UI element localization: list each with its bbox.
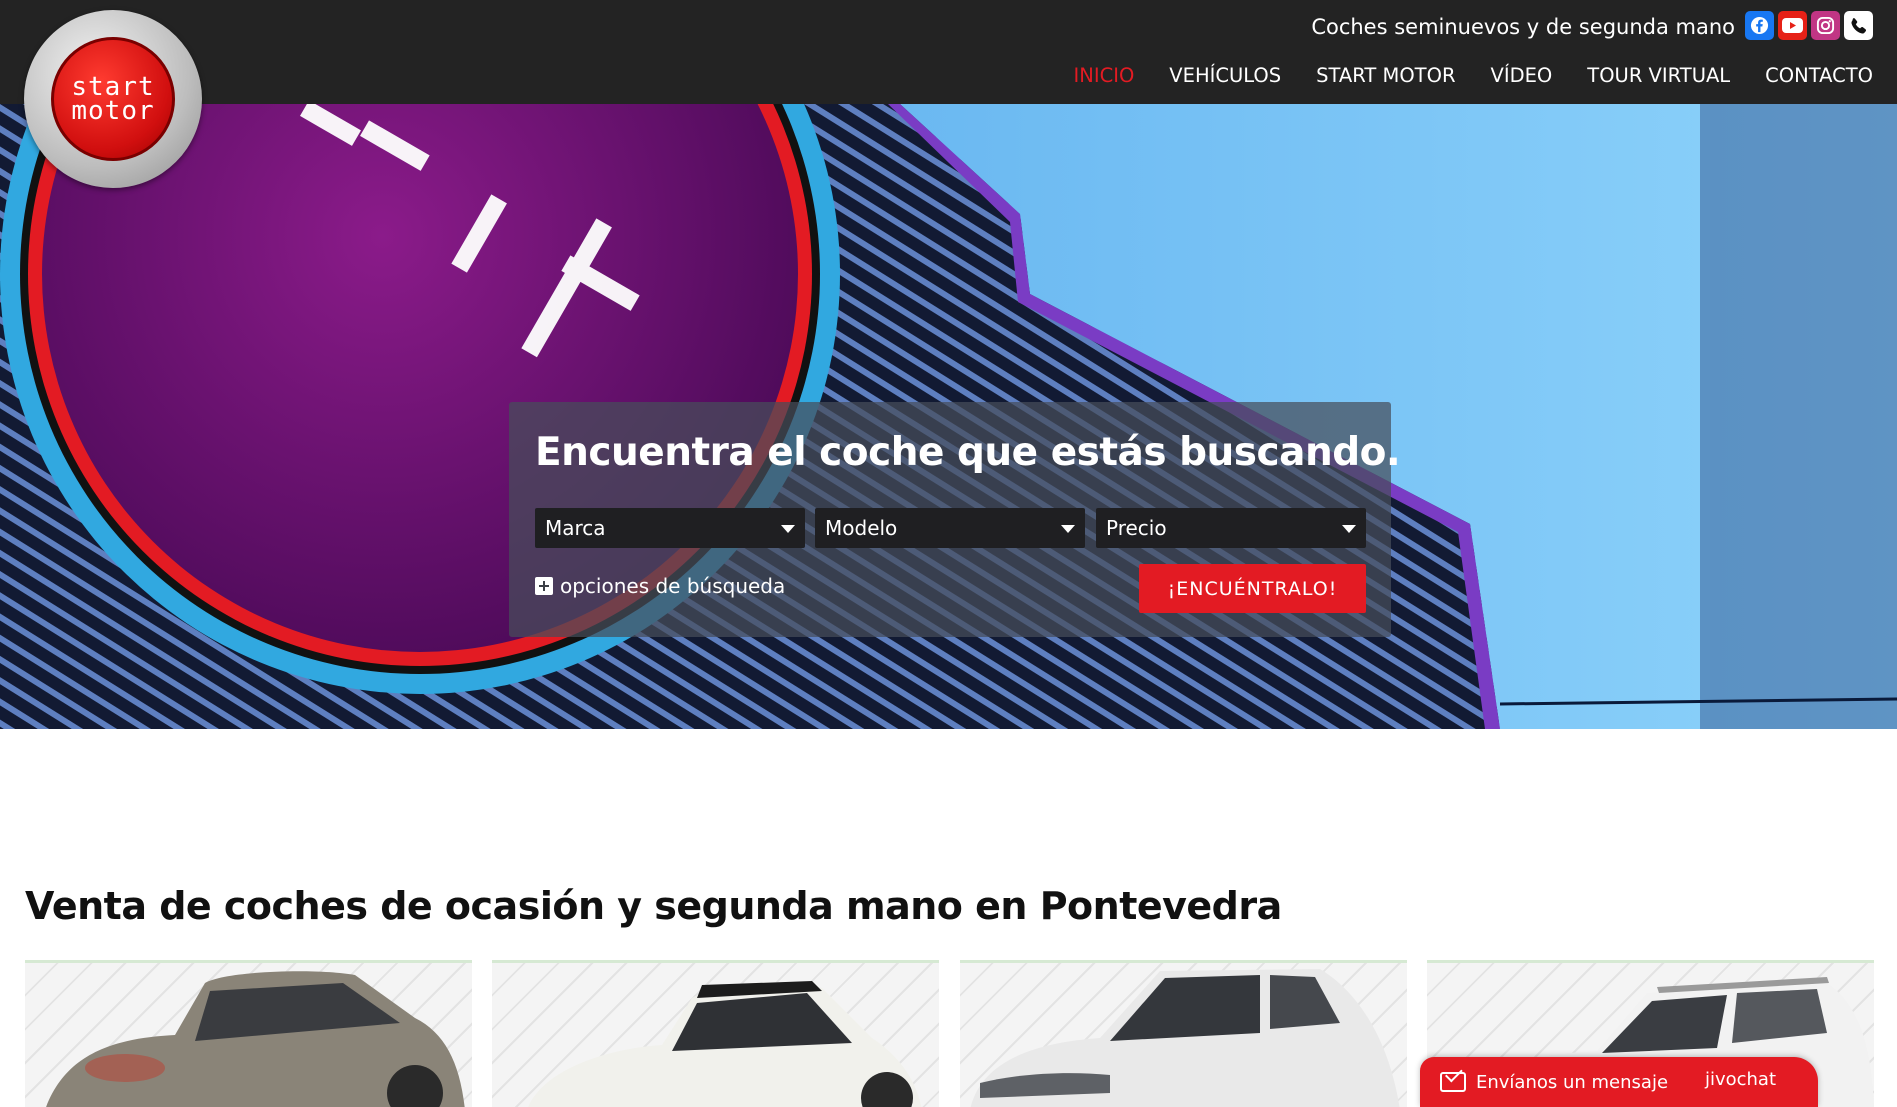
chat-brand: jivochat: [1704, 1069, 1776, 1090]
chevron-down-icon: [781, 525, 795, 533]
hero-banner: Encuentra el coche que estás buscando. M…: [0, 104, 1897, 729]
vehicle-card[interactable]: [492, 960, 939, 1107]
more-search-options-link[interactable]: opciones de búsqueda: [535, 572, 785, 600]
price-select-value: Precio: [1106, 516, 1167, 540]
phone-icon[interactable]: [1844, 11, 1873, 40]
search-title: Encuentra el coche que estás buscando.: [535, 430, 1401, 475]
vehicle-photo: [970, 969, 1400, 1107]
nav-contacto[interactable]: CONTACTO: [1765, 62, 1873, 90]
nav-tour-virtual[interactable]: TOUR VIRTUAL: [1587, 62, 1730, 90]
find-button[interactable]: ¡ENCUÉNTRALO!: [1139, 564, 1366, 613]
youtube-icon[interactable]: [1778, 11, 1807, 40]
section-title: Venta de coches de ocasión y segunda man…: [25, 884, 1282, 928]
model-select-value: Modelo: [825, 516, 898, 540]
chevron-down-icon: [1061, 525, 1075, 533]
social-links: [1745, 11, 1873, 40]
nav-start-motor[interactable]: START MOTOR: [1316, 62, 1455, 90]
search-panel: Encuentra el coche que estás buscando. M…: [509, 402, 1401, 637]
mail-icon: [1440, 1072, 1466, 1092]
nav-vehiculos[interactable]: VEHÍCULOS: [1169, 62, 1281, 90]
chat-widget[interactable]: Envíanos un mensaje jivochat: [1420, 1057, 1818, 1107]
model-select[interactable]: Modelo: [815, 508, 1085, 548]
vehicle-photo: [46, 971, 465, 1107]
brand-select-value: Marca: [545, 516, 606, 540]
nav-video[interactable]: VÍDEO: [1491, 62, 1553, 90]
vehicle-card[interactable]: [960, 960, 1407, 1107]
nav-inicio[interactable]: INICIO: [1073, 62, 1134, 90]
brand-select[interactable]: Marca: [535, 508, 805, 548]
vehicle-photo: [528, 981, 922, 1107]
logo-text-motor: motor: [71, 96, 155, 126]
facebook-icon[interactable]: [1745, 11, 1774, 40]
site-logo[interactable]: start motor: [24, 10, 202, 188]
price-select[interactable]: Precio: [1096, 508, 1366, 548]
top-bar: Coches seminuevos y de segunda mano INIC…: [0, 0, 1897, 104]
instagram-icon[interactable]: [1811, 11, 1840, 40]
main-nav: INICIO VEHÍCULOS START MOTOR VÍDEO TOUR …: [1073, 62, 1873, 90]
chevron-down-icon: [1342, 525, 1356, 533]
more-search-options-label: opciones de búsqueda: [560, 574, 786, 598]
chat-label: Envíanos un mensaje: [1476, 1071, 1669, 1093]
vehicle-card[interactable]: [25, 960, 472, 1107]
tagline: Coches seminuevos y de segunda mano: [1311, 15, 1735, 39]
plus-square-icon: [535, 577, 553, 595]
logo-badge: start motor: [51, 37, 175, 161]
